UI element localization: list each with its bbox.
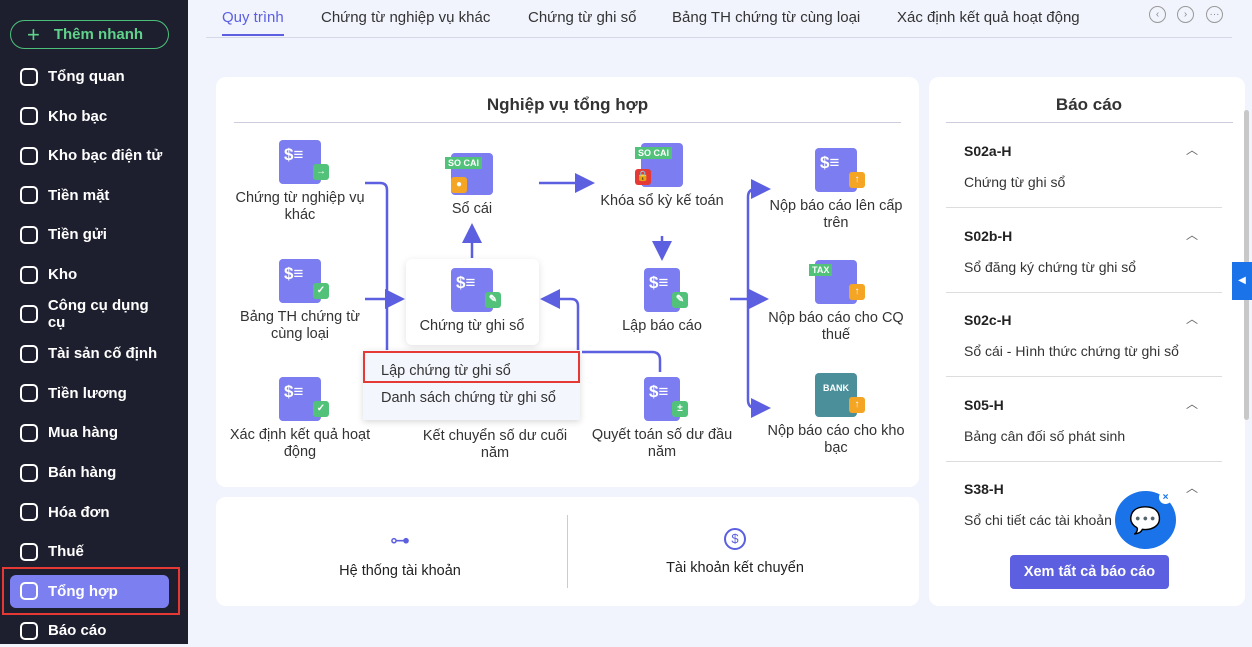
chevron-up-icon[interactable]: ︿ (1186, 310, 1198, 327)
chevron-up-icon[interactable]: ︿ (1186, 479, 1198, 496)
report-calc-icon: $≡ ± (644, 377, 688, 421)
divider (567, 515, 568, 588)
node-quyet-toan[interactable]: $≡ ± Quyết toán số dư đầu năm (587, 377, 737, 461)
report-item[interactable]: S38-H ︿ Sổ chi tiết các tài khoản (946, 461, 1222, 546)
collapse-panel-button[interactable]: ◀ (1232, 262, 1252, 300)
node-so-cai[interactable]: SO CAI ● Sổ cái (397, 153, 547, 218)
node-bang-th[interactable]: $≡ ✓ Bảng TH chứng từ cùng loại (225, 259, 375, 343)
node-nop-kho-bac[interactable]: BANK ↑ Nộp báo cáo cho kho bạc (761, 373, 911, 457)
reports-title: Báo cáo (1055, 95, 1123, 114)
report-item[interactable]: S02a-H ︿ Chứng từ ghi sổ (946, 123, 1222, 208)
ledger-lock-icon: SO CAI 🔒 (635, 143, 683, 187)
report-item[interactable]: S02c-H ︿ Sổ cái - Hình thức chứng từ ghi s… (946, 292, 1222, 377)
close-icon[interactable]: × (1159, 491, 1172, 504)
node-khoa-so[interactable]: SO CAI 🔒 Khóa sổ kỳ kế toán (587, 143, 737, 210)
dollar-icon: $ (724, 528, 746, 550)
receipt-edit-icon: $≡ ✎ (451, 268, 501, 312)
hierarchy-icon: ⊶ (390, 530, 410, 552)
node-xac-dinh-ket-qua[interactable]: $≡ ✓ Xác định kết quả hoạt động (225, 377, 375, 461)
transfer-link[interactable]: $ Tài khoản kết chuyển (635, 528, 835, 576)
ledger-icon: SO CAI ● (445, 153, 493, 195)
node-ket-chuyen[interactable]: Kết chuyển số dư cuối năm (420, 428, 570, 462)
node-nop-cap-tren[interactable]: $≡ ↑ Nộp báo cáo lên cấp trên (761, 148, 911, 232)
menu-highlight-box (363, 351, 580, 383)
view-all-reports-button[interactable]: Xem tất cả báo cáo (1010, 555, 1169, 589)
chevron-up-icon[interactable]: ︿ (1186, 395, 1198, 412)
bank-upload-icon: BANK ↑ (815, 373, 865, 417)
node-lap-bao-cao[interactable]: $≡ ✎ Lập báo cáo (587, 268, 737, 335)
receipt-icon: $≡ → (279, 140, 329, 184)
tax-upload-icon: TAX ↑ (809, 260, 865, 304)
report-item[interactable]: S05-H ︿ Bảng cân đối số phát sinh (946, 377, 1222, 462)
chevron-up-icon[interactable]: ︿ (1186, 141, 1198, 158)
chevron-up-icon[interactable]: ︿ (1186, 226, 1198, 243)
menu-item-danh-sach[interactable]: Danh sách chứng từ ghi sổ (381, 390, 556, 406)
node-chung-tu-ghi-so[interactable]: $≡ ✎ Chứng từ ghi sổ (397, 268, 547, 335)
node-chung-tu-nghiep-vu-khac[interactable]: $≡ → Chứng từ nghiệp vụ khác (225, 140, 375, 224)
node-nop-thue[interactable]: TAX ↑ Nộp báo cáo cho CQ thuế (761, 260, 911, 344)
receipt-upload-icon: $≡ ↑ (815, 148, 865, 192)
document-check-icon: $≡ ✓ (279, 377, 329, 421)
accounts-link[interactable]: ⊶ Hệ thống tài khoản (300, 528, 500, 579)
report-item[interactable]: S02b-H ︿ Sổ đăng ký chứng từ ghi sổ (946, 208, 1222, 293)
receipt-check-icon: $≡ ✓ (279, 259, 329, 303)
report-edit-icon: $≡ ✎ (644, 268, 688, 312)
